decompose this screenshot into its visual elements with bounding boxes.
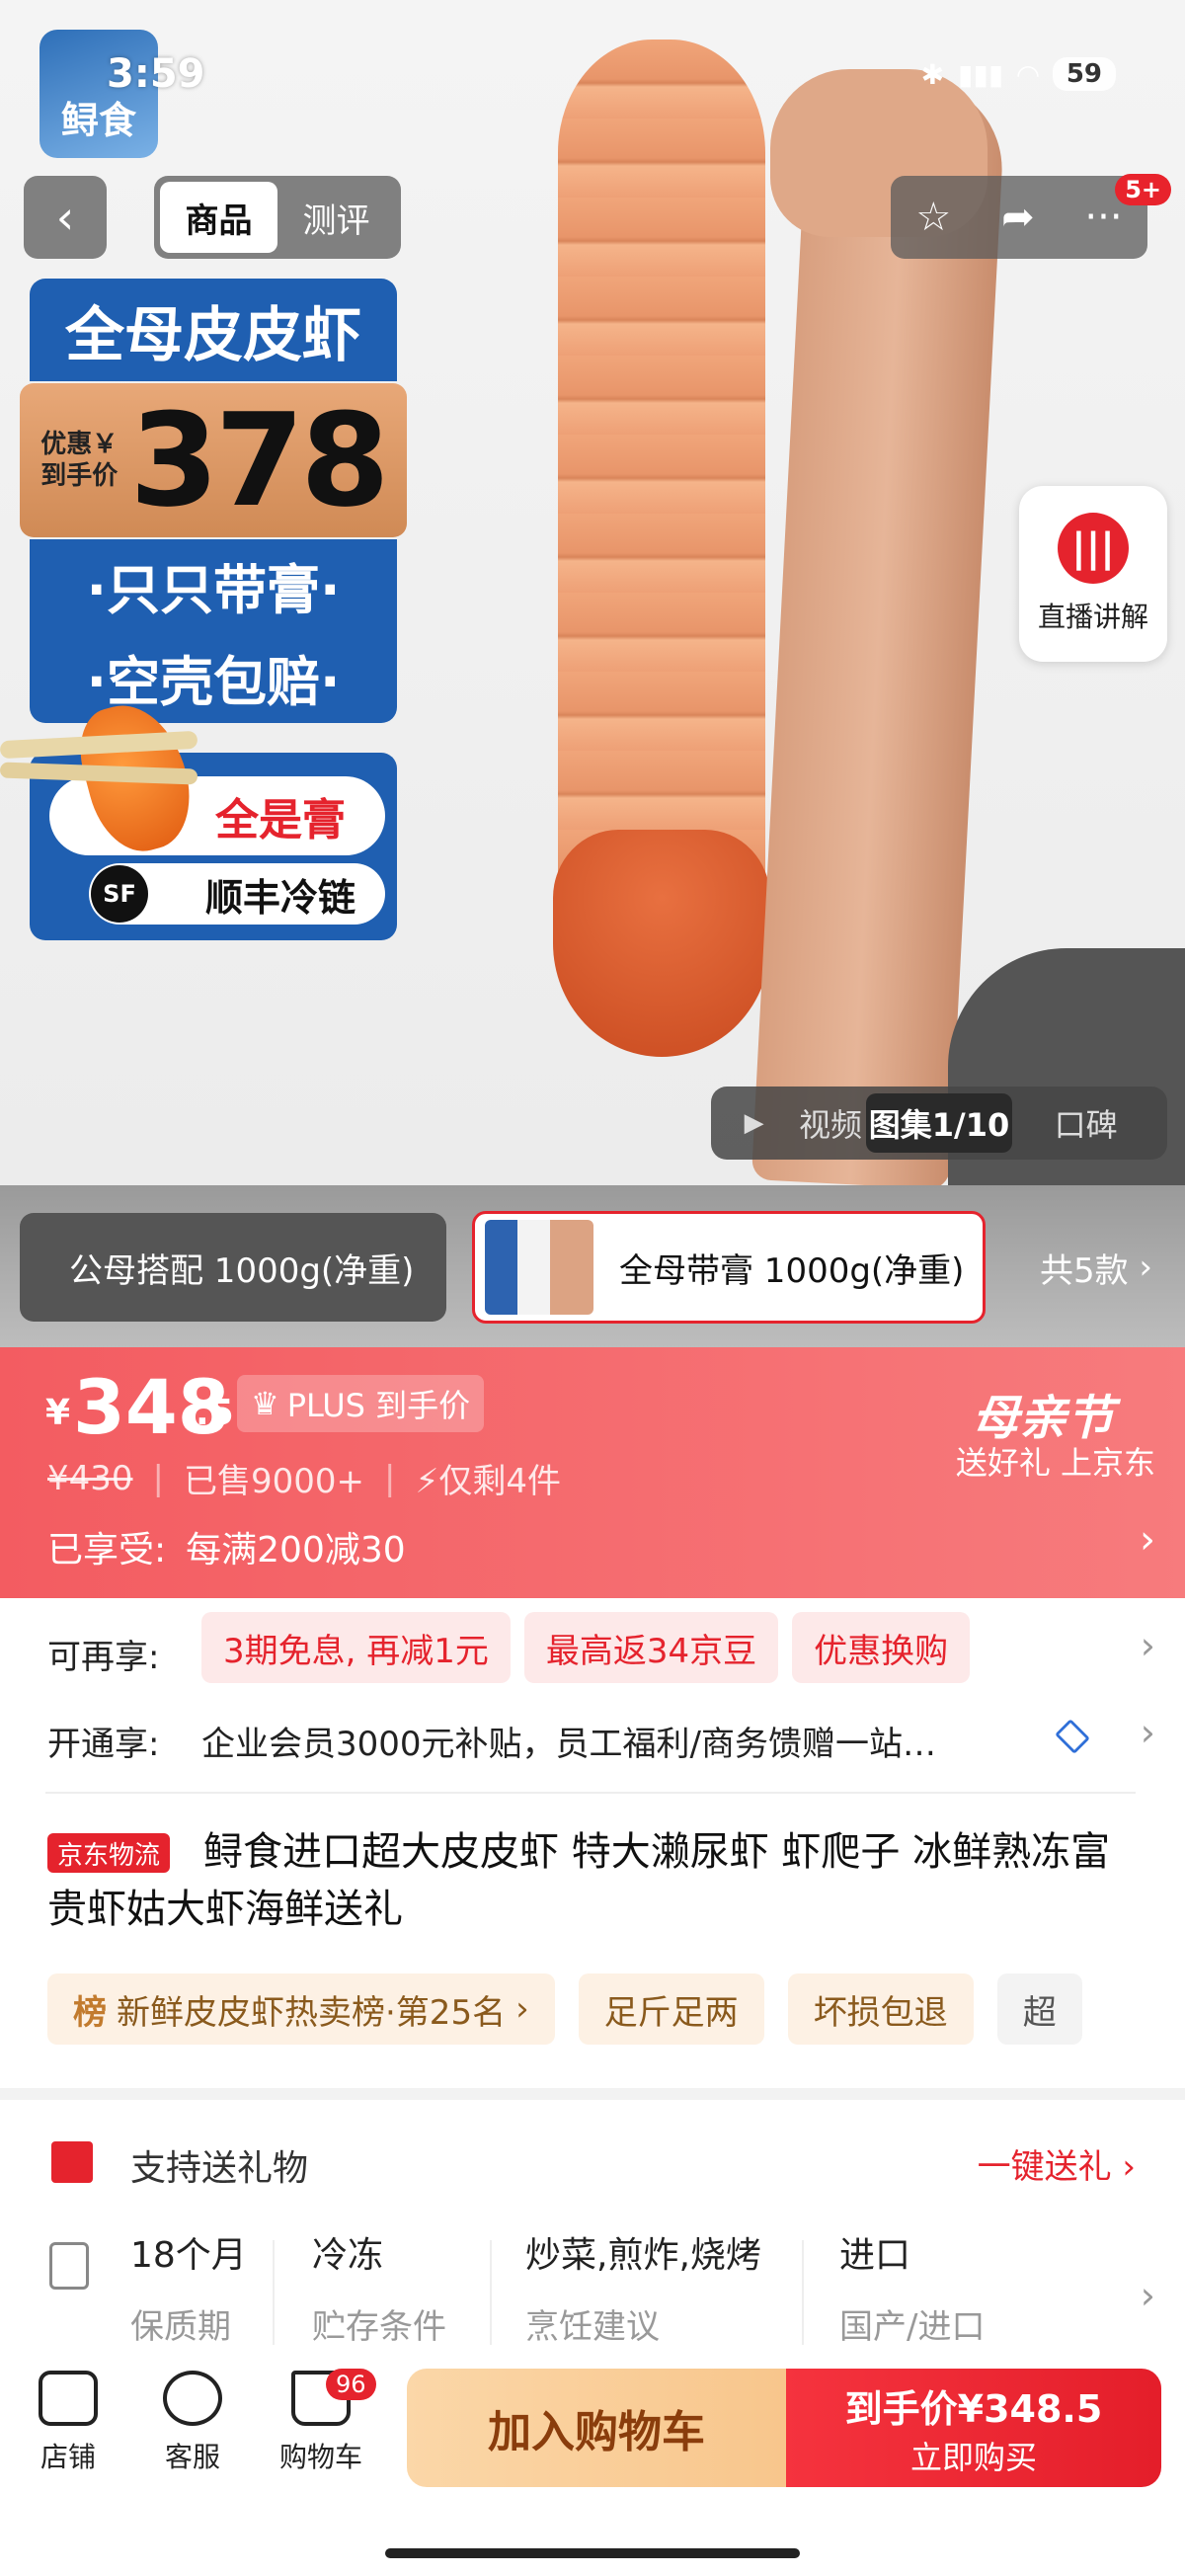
spec-item[interactable]: 炒菜,煎炸,烧烤 烹饪建议 (525, 2226, 761, 2348)
media-tab-gallery[interactable]: 图集1/10 (865, 1093, 1013, 1153)
live-icon: ||| (1058, 513, 1129, 584)
offer-chip[interactable]: 最高返34京豆 (523, 1612, 779, 1683)
share-icon[interactable]: ➦ (1001, 195, 1035, 240)
plus-price-badge: ♛ PLUS 到手价 (237, 1375, 485, 1432)
service-button[interactable]: 客服 (138, 2371, 247, 2475)
back-button[interactable]: ‹ (24, 176, 107, 259)
wifi-icon: ◠ (1017, 57, 1039, 91)
promo-price-label2: 到手价 (40, 461, 118, 491)
cart-count-badge: 96 (326, 2369, 376, 2400)
membership-text[interactable]: 企业会员3000元补贴，员工福利/商务馈赠一站… (201, 1717, 1061, 1765)
media-tab-reputation[interactable]: 口碑 (1012, 1093, 1159, 1153)
media-tabs: ▶ 视频 图集1/10 口碑 (711, 1087, 1167, 1160)
home-indicator[interactable] (385, 2548, 800, 2558)
enjoyed-discount-row[interactable]: 已享受: 每满200减30 (47, 1521, 406, 1572)
price-currency: ¥ (45, 1393, 71, 1433)
document-icon (49, 2242, 89, 2290)
smiley-icon (163, 2371, 222, 2426)
gift-icon (51, 2141, 93, 2183)
shrimp-tail-image (553, 830, 770, 1057)
add-to-cart-button[interactable]: 加入购物车 (407, 2369, 786, 2487)
divider (273, 2240, 275, 2345)
variant-thumbnail (485, 1220, 593, 1315)
back-icon: ‹ (55, 191, 75, 244)
sf-logo-icon: SF (91, 865, 148, 923)
divider (490, 2240, 492, 2345)
promo-feature-2: ·空壳包赔· (86, 651, 341, 713)
membership-label: 开通享: (47, 1725, 160, 1764)
variants-all-button[interactable]: 共5款 › (1007, 1213, 1185, 1322)
price-fraction: .5 (196, 1393, 234, 1433)
chevron-right-icon[interactable]: › (1141, 1711, 1155, 1754)
promo-title: 全母皮皮虾 (30, 279, 397, 381)
promo-price-label1: 优惠￥ (40, 429, 118, 459)
product-image-gallery[interactable]: 鲟食 3:59 ✱ ▮▮▮ ◠ 59 ‹ 商品 测评 ☆ ➦ ··· 5+ 全母… (0, 0, 1185, 1185)
offer-chip[interactable]: 3期免息, 再减1元 (201, 1612, 511, 1683)
enjoyed-label: 已享受: (47, 1530, 167, 1570)
spec-item[interactable]: 18个月 保质期 (130, 2226, 247, 2348)
bluetooth-icon: ✱ (920, 57, 945, 91)
tab-review[interactable]: 测评 (277, 182, 395, 253)
feature-tag[interactable]: 足斤足两 (578, 1973, 764, 2045)
divider (45, 1792, 1136, 1794)
chevron-right-icon[interactable]: › (1140, 1517, 1155, 1563)
feature-tag[interactable]: 超 (996, 1973, 1082, 2045)
event-subtitle: 送好礼 上京东 (955, 1444, 1155, 1482)
lightning-icon: ⚡ (415, 1462, 439, 1501)
divider (802, 2240, 804, 2345)
variant-option[interactable]: 公母搭配 1000g(净重) (20, 1213, 446, 1322)
rank-prefix: 榜 (73, 1992, 107, 2033)
promo-feature-1: ·只只带膏· (86, 559, 341, 621)
chevron-right-icon[interactable]: › (1141, 2274, 1155, 2317)
offers-label: 可再享: (47, 1638, 160, 1677)
logistics-badge: 京东物流 (47, 1833, 171, 1873)
price-meta-row: ¥430 | 已售9000+ | ⚡仅剩4件 (47, 1454, 561, 1502)
tab-product[interactable]: 商品 (160, 182, 277, 253)
sold-count: 已售9000+ (184, 1462, 365, 1501)
store-button[interactable]: 店铺 (14, 2371, 122, 2475)
live-label: 直播讲解 (1037, 601, 1148, 633)
status-time: 3:59 (107, 51, 205, 97)
header-tabs: 商品 测评 (154, 176, 401, 259)
media-tab-video[interactable]: ▶ 视频 (719, 1093, 866, 1153)
live-explain-button[interactable]: ||| 直播讲解 (1019, 486, 1167, 662)
more-icon[interactable]: ··· (1084, 195, 1122, 240)
top-actions: ☆ ➦ ··· (891, 176, 1147, 259)
battery-icon: 59 (1052, 57, 1116, 91)
spec-item[interactable]: 进口 国产/进口 (839, 2226, 985, 2348)
buy-now-button[interactable]: 到手价¥348.5 立即购买 (786, 2369, 1161, 2487)
star-icon[interactable]: ☆ (915, 195, 951, 240)
feature-tag[interactable]: 坏损包退 (787, 1973, 974, 2045)
stock-left: ⚡仅剩4件 (415, 1462, 561, 1501)
enjoyed-value: 每满200减30 (186, 1530, 406, 1570)
original-price: ¥430 (47, 1458, 133, 1498)
gift-label: 支持送礼物 (130, 2148, 309, 2189)
ranking-tag[interactable]: 榜 新鲜皮皮虾热卖榜·第25名 › (47, 1973, 555, 2045)
promo-price-value: 378 (129, 385, 389, 535)
offer-chip[interactable]: 优惠换购 (792, 1612, 971, 1683)
notification-badge: 5+ (1115, 174, 1171, 205)
chevron-right-icon: › (515, 1989, 529, 2029)
variant-option-selected[interactable]: 全母带膏 1000g(净重) (472, 1211, 986, 1324)
promo-features: ·只只带膏· ·空壳包赔· (30, 539, 397, 723)
play-icon: ▶ (744, 1108, 764, 1138)
spec-item[interactable]: 冷冻 贮存条件 (312, 2226, 446, 2348)
store-icon (39, 2371, 98, 2426)
tag-row: 榜 新鲜皮皮虾热卖榜·第25名 › 足斤足两 坏损包退 超 (47, 1973, 1082, 2045)
promo-price: 优惠￥ 到手价 378 (20, 383, 407, 537)
product-title: 鲟食进口超大皮皮虾 特大濑尿虾 虾爬子 冰鲜熟冻富贵虾姑大虾海鲜送礼 (47, 1829, 1111, 1932)
chevron-right-icon: › (1128, 1248, 1153, 1287)
chevron-right-icon[interactable]: › (1141, 1624, 1155, 1667)
crown-icon: ♛ (251, 1385, 279, 1422)
offer-chips: 3期免息, 再减1元 最高返34京豆 优惠换购 (201, 1612, 971, 1683)
send-gift-link[interactable]: 一键送礼 › (978, 2139, 1136, 2188)
signal-icon: ▮▮▮ (958, 57, 1004, 91)
status-icons: ✱ ▮▮▮ ◠ 59 (921, 57, 1116, 91)
